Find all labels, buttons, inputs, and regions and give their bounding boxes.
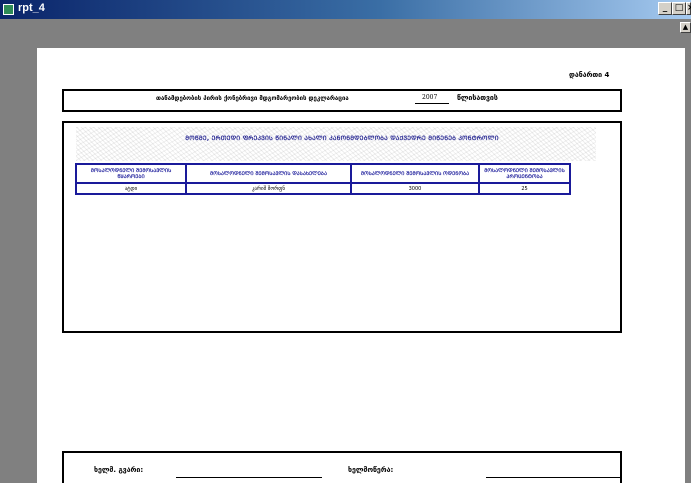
- window-title: rpt_4: [18, 2, 45, 14]
- signer-name-label: ხელმ. გვარი:: [94, 466, 144, 474]
- report-main-box: ᲛᲝᲬᲛᲔ, ᲔᲠᲗᲔᲓᲘ ᲤᲠᲔᲙᲕᲘᲡ ᲬᲘᲜᲐᲚᲘ ᲐᲮᲐᲚᲘ ᲙᲐᲜᲝᲜ…: [62, 121, 622, 333]
- window-titlebar[interactable]: rpt_4 _ □ ×: [0, 0, 691, 19]
- table-cell: 3000: [350, 182, 480, 195]
- year-word: წლისათვის: [457, 94, 498, 102]
- scroll-up-arrow-icon[interactable]: ▲: [680, 22, 691, 33]
- column-header: ᲛᲝᲡᲐᲚᲝᲓᲜᲔᲚᲘ ᲨᲔᲛᲝᲡᲐᲕᲚᲘᲡ ᲬᲧᲐᲠᲝᲔᲑᲘ: [75, 163, 187, 184]
- background-pattern: [76, 127, 596, 161]
- table-cell: კარიშ შორფნ: [185, 182, 352, 195]
- table-cell: 25: [478, 182, 571, 195]
- report-year: 2007: [422, 94, 438, 101]
- column-header: ᲛᲝᲡᲐᲚᲝᲓᲜᲔᲚᲘ ᲨᲔᲛᲝᲡᲐᲕᲚᲘᲡ ᲓᲐᲡᲐᲮᲔᲚᲔᲑᲐ: [185, 163, 352, 184]
- report-title: თანამდებობის პირის ქონებრივი მდგომარეობი…: [156, 95, 349, 102]
- column-header: ᲛᲝᲡᲐᲚᲝᲓᲜᲔᲚᲘ ᲨᲔᲛᲝᲡᲐᲕᲚᲘᲡ ᲞᲠᲝᲪᲔᲜᲢᲝᲑᲐ: [478, 163, 571, 184]
- annex-label: დანართი 4: [569, 71, 610, 79]
- table-row: ატდი კარიშ შორფნ 3000 25: [75, 182, 571, 195]
- year-underline: [415, 103, 449, 104]
- app-icon: [3, 4, 14, 15]
- data-table: ᲛᲝᲡᲐᲚᲝᲓᲜᲔᲚᲘ ᲨᲔᲛᲝᲡᲐᲕᲚᲘᲡ ᲬᲧᲐᲠᲝᲔᲑᲘ ᲛᲝᲡᲐᲚᲝᲓᲜ…: [75, 163, 571, 195]
- section-title: ᲛᲝᲬᲛᲔ, ᲔᲠᲗᲔᲓᲘ ᲤᲠᲔᲙᲕᲘᲡ ᲬᲘᲜᲐᲚᲘ ᲐᲮᲐᲚᲘ ᲙᲐᲜᲝᲜ…: [185, 135, 499, 142]
- signature-box: ხელმ. გვარი: ხელმოწერა:: [62, 451, 622, 483]
- column-header: ᲛᲝᲡᲐᲚᲝᲓᲜᲔᲚᲘ ᲨᲔᲛᲝᲡᲐᲕᲚᲘᲡ ᲝᲓᲔᲜᲝᲑᲐ: [350, 163, 480, 184]
- maximize-button[interactable]: □: [672, 2, 686, 15]
- signature-label: ხელმოწერა:: [348, 466, 394, 474]
- table-header-row: ᲛᲝᲡᲐᲚᲝᲓᲜᲔᲚᲘ ᲨᲔᲛᲝᲡᲐᲕᲚᲘᲡ ᲬᲧᲐᲠᲝᲔᲑᲘ ᲛᲝᲡᲐᲚᲝᲓᲜ…: [75, 163, 571, 184]
- table-cell: ატდი: [75, 182, 187, 195]
- signer-name-line: [176, 477, 322, 478]
- report-header-box: თანამდებობის პირის ქონებრივი მდგომარეობი…: [62, 89, 622, 112]
- close-button[interactable]: ×: [686, 2, 691, 15]
- minimize-button[interactable]: _: [658, 2, 672, 15]
- signature-line: [486, 477, 622, 478]
